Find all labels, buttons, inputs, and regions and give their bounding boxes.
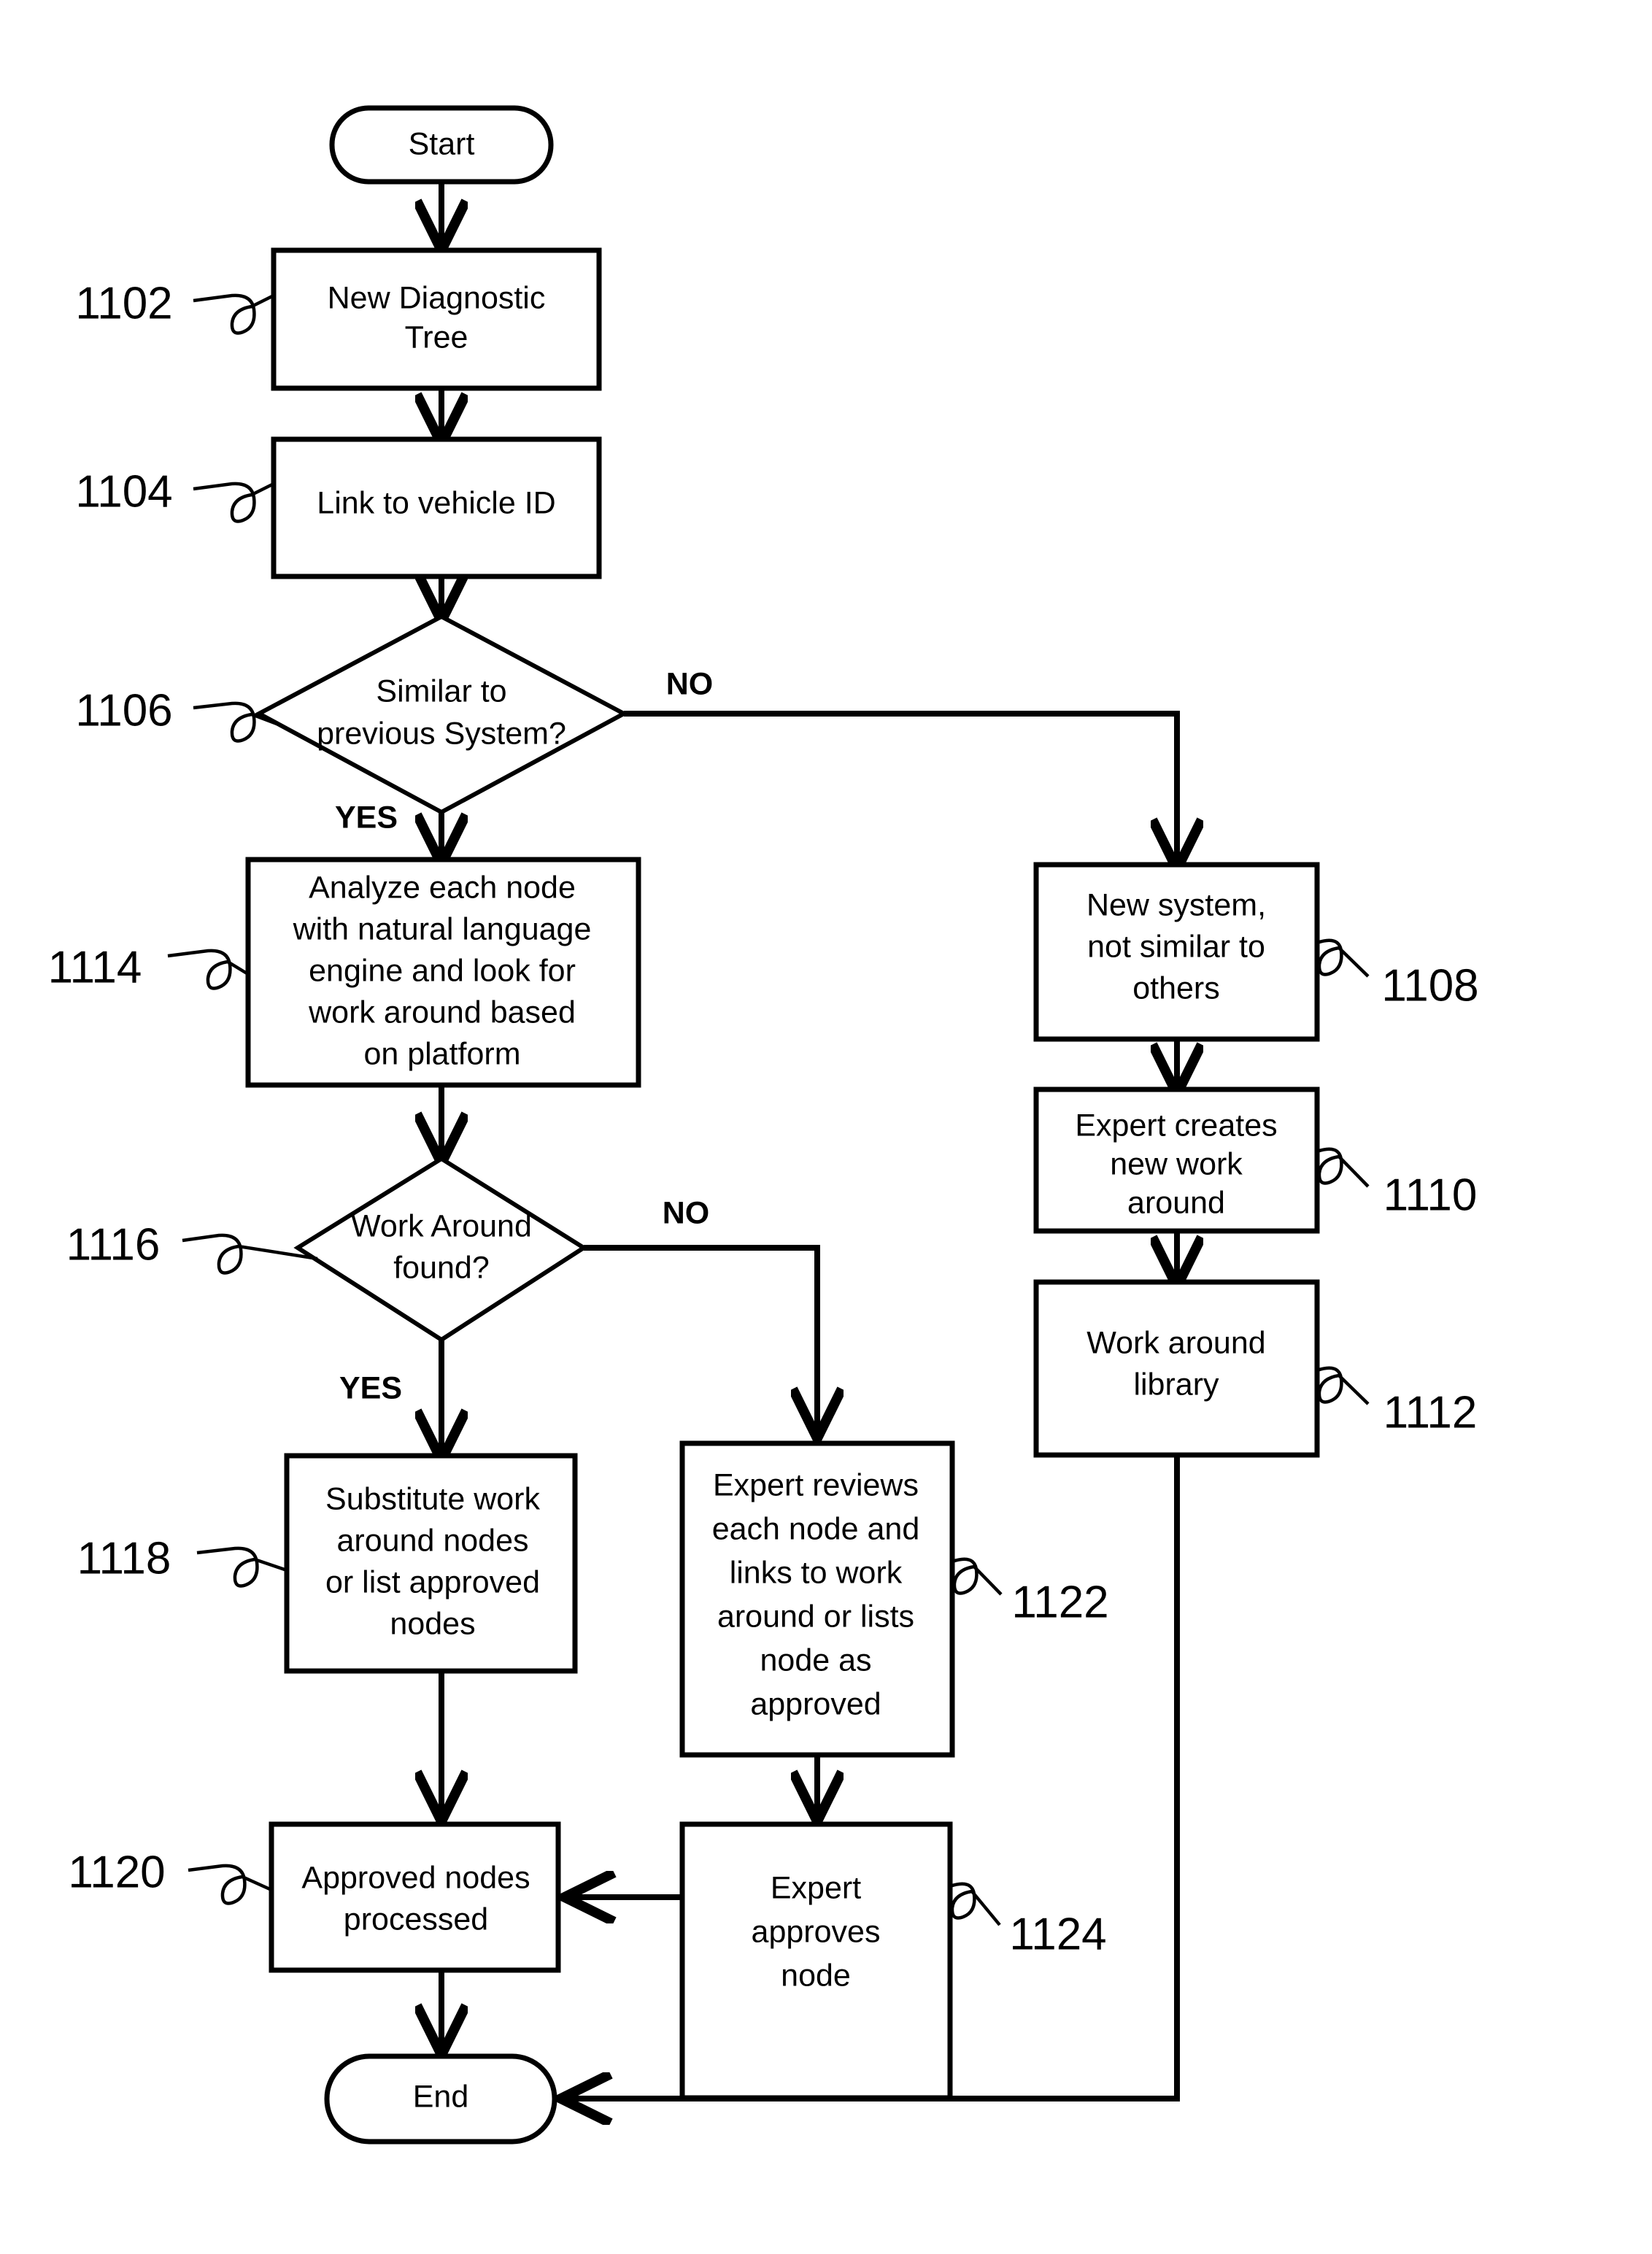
- ref-1122-label: 1122: [1011, 1577, 1108, 1627]
- node-1114-line-4: on platform: [363, 1036, 520, 1071]
- branch-label-1106-no: NO: [666, 666, 714, 701]
- node-1110: Expert creates new work around: [1033, 1087, 1320, 1234]
- node-1120-line-0: Approved nodes: [301, 1860, 530, 1895]
- node-1102-line-0: New Diagnostic: [328, 280, 546, 315]
- node-1122-line-1: each node and: [712, 1511, 920, 1546]
- ref-1106: 1106: [75, 685, 279, 743]
- node-1122-line-3: around or lists: [717, 1599, 914, 1634]
- node-1122-line-5: approved: [750, 1686, 881, 1721]
- node-1122: Expert reviews each node and links to wo…: [679, 1440, 955, 1758]
- terminal-end-label: End: [413, 2079, 469, 2114]
- node-1114-line-1: with natural language: [293, 911, 592, 946]
- ref-1102: 1102: [75, 278, 275, 335]
- node-1116-line-1: found?: [393, 1250, 490, 1285]
- node-1108-line-2: others: [1132, 970, 1220, 1006]
- node-1120-line-1: processed: [344, 1902, 488, 1937]
- edge-1116-no-to-1122: [584, 1245, 817, 1434]
- terminal-start-label: Start: [409, 126, 475, 161]
- ref-1118-label: 1118: [77, 1533, 171, 1583]
- terminal-start: Start: [329, 105, 554, 185]
- node-1118-line-2: or list approved: [325, 1564, 540, 1599]
- ref-1124: 1124: [949, 1882, 1107, 1959]
- ref-1110-label: 1110: [1383, 1170, 1478, 1220]
- node-1112: Work around library: [1033, 1279, 1320, 1458]
- node-1116-line-0: Work Around: [351, 1208, 532, 1243]
- node-1102: New Diagnostic Tree: [271, 247, 602, 391]
- ref-1112-label: 1112: [1383, 1387, 1478, 1437]
- node-1110-line-2: around: [1127, 1185, 1225, 1220]
- node-1124-line-1: approves: [752, 1914, 881, 1949]
- node-1114: Analyze each node with natural language …: [245, 857, 641, 1088]
- node-1118-line-3: nodes: [390, 1606, 475, 1641]
- ref-1112: 1112: [1316, 1366, 1478, 1437]
- ref-1116: 1116: [66, 1219, 318, 1275]
- ref-1122: 1122: [952, 1557, 1109, 1627]
- flowchart-canvas: Start New Diagnostic Tree 1102 Link to v…: [0, 0, 1652, 2254]
- ref-1120: 1120: [68, 1847, 272, 1905]
- node-1112-line-1: library: [1133, 1367, 1219, 1402]
- node-1106: Similar to previous System?: [254, 614, 629, 815]
- node-1110-line-0: Expert creates: [1075, 1108, 1277, 1143]
- node-1122-line-0: Expert reviews: [713, 1467, 919, 1502]
- node-1116: Work Around found?: [293, 1156, 588, 1343]
- node-1106-line-1: previous System?: [317, 716, 566, 751]
- node-1122-line-4: node as: [760, 1643, 871, 1678]
- node-1114-line-2: engine and look for: [309, 953, 576, 988]
- node-1108-line-1: not similar to: [1087, 929, 1265, 964]
- ref-1104-label: 1104: [75, 466, 172, 517]
- flowchart-svg: Start New Diagnostic Tree 1102 Link to v…: [48, 105, 1479, 2145]
- node-1114-line-3: work around based: [308, 995, 576, 1030]
- node-1108-line-0: New system,: [1086, 887, 1266, 922]
- ref-1108: 1108: [1316, 938, 1479, 1011]
- ref-1124-label: 1124: [1009, 1909, 1106, 1959]
- ref-1116-label: 1116: [66, 1219, 161, 1270]
- ref-1120-label: 1120: [68, 1847, 165, 1897]
- ref-1118: 1118: [77, 1533, 287, 1588]
- node-1114-line-0: Analyze each node: [309, 870, 576, 905]
- ref-1114: 1114: [48, 942, 250, 992]
- node-1118-line-1: around nodes: [337, 1523, 529, 1558]
- node-1118: Substitute work around nodes or list app…: [284, 1453, 578, 1674]
- node-1120: Approved nodes processed: [269, 1821, 561, 1973]
- node-1124-line-2: node: [781, 1958, 851, 1993]
- ref-1104: 1104: [75, 466, 275, 523]
- ref-1102-label: 1102: [75, 278, 172, 328]
- terminal-end: End: [324, 2053, 557, 2145]
- node-1102-line-1: Tree: [405, 320, 468, 355]
- ref-1108-label: 1108: [1381, 960, 1478, 1011]
- ref-1114-label: 1114: [48, 942, 142, 992]
- branch-label-1106-yes: YES: [335, 800, 398, 835]
- node-1124: Expert approves node: [679, 1821, 953, 2101]
- branch-label-1116-yes: YES: [339, 1370, 402, 1405]
- node-1104-line-0: Link to vehicle ID: [317, 485, 555, 520]
- ref-1110: 1110: [1316, 1147, 1478, 1220]
- node-1112-line-0: Work around: [1086, 1325, 1265, 1360]
- edge-1106-no-to-1108: [624, 711, 1177, 865]
- node-1122-line-2: links to work: [730, 1555, 903, 1590]
- node-1110-line-1: new work: [1110, 1146, 1243, 1181]
- ref-1106-label: 1106: [75, 685, 172, 736]
- node-1106-line-0: Similar to: [376, 674, 506, 709]
- node-1118-line-0: Substitute work: [325, 1481, 540, 1516]
- node-1104: Link to vehicle ID: [271, 436, 602, 579]
- node-1124-line-0: Expert: [771, 1870, 861, 1905]
- branch-label-1116-no: NO: [663, 1195, 710, 1230]
- node-1108: New system, not similar to others: [1033, 862, 1320, 1042]
